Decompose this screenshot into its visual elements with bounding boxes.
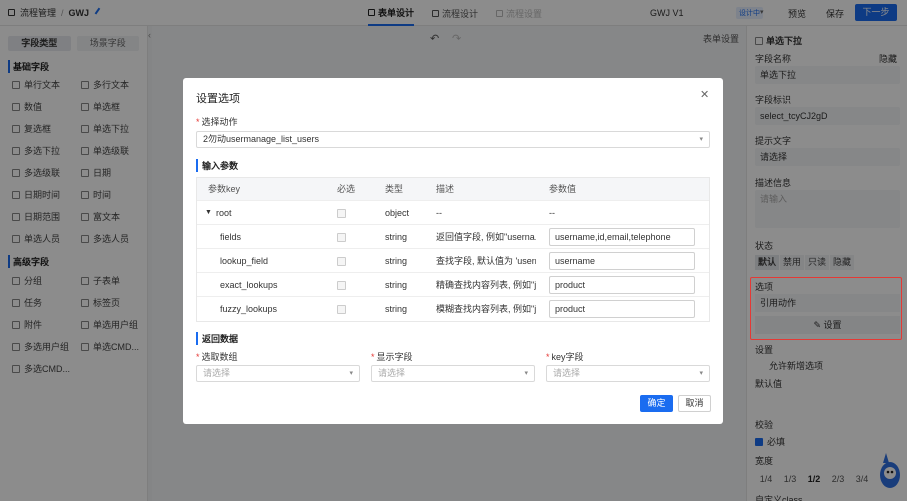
- param-key: root: [216, 208, 232, 218]
- cancel-button[interactable]: 取消: [678, 395, 711, 412]
- col-header: 必选: [337, 184, 356, 194]
- param-desc: 模糊查找内容列表, 例如"j...: [436, 304, 536, 314]
- action-label-text: 选择动作: [201, 117, 238, 127]
- params-table: 参数key 必选 类型 描述 参数值 ▼ root object -- -- f…: [196, 177, 710, 322]
- caret-down-icon[interactable]: ▼: [205, 201, 212, 225]
- param-key: fields: [220, 232, 242, 242]
- param-desc: 精确查找内容列表, 例如"j...: [436, 280, 536, 290]
- col-header: 参数key: [208, 184, 241, 194]
- param-desc: 查找字段, 默认值为 'usern...: [436, 256, 536, 266]
- table-header: 参数key 必选 类型 描述 参数值: [197, 178, 709, 201]
- table-row: fields string 返回值字段, 例如"userna... userna…: [197, 225, 709, 249]
- set-options-dialog: 设置选项 ✕ * 选择动作 2勿动usermanage_list_users ▾ 输…: [183, 78, 723, 424]
- param-value-input[interactable]: username,id,email,telephone: [549, 228, 695, 246]
- required-checkbox[interactable]: [337, 305, 346, 314]
- required-checkbox[interactable]: [337, 257, 346, 266]
- action-select[interactable]: 2勿动usermanage_list_users ▾: [196, 131, 710, 148]
- return-field-label-text: 选取数组: [201, 352, 238, 362]
- chevron-down-icon: ▾: [699, 370, 703, 377]
- param-key: lookup_field: [220, 256, 269, 266]
- select-placeholder: 请选择: [203, 368, 231, 378]
- action-select-value: 2勿动usermanage_list_users: [203, 134, 320, 144]
- return-field-label: * key字段: [546, 352, 584, 362]
- array-select[interactable]: 请选择 ▾: [196, 365, 360, 382]
- return-field-label-text: 显示字段: [376, 352, 413, 362]
- param-value-input[interactable]: product: [549, 276, 695, 294]
- select-placeholder: 请选择: [553, 368, 581, 378]
- param-desc: --: [436, 208, 442, 218]
- return-field-label: * 选取数组: [196, 352, 238, 362]
- table-row: lookup_field string 查找字段, 默认值为 'usern...…: [197, 249, 709, 273]
- param-type: string: [385, 280, 408, 290]
- param-value: --: [549, 208, 555, 218]
- action-label: * 选择动作: [196, 117, 238, 127]
- table-row: exact_lookups string 精确查找内容列表, 例如"j... p…: [197, 273, 709, 297]
- chevron-down-icon: ▾: [349, 370, 353, 377]
- required-checkbox[interactable]: [337, 209, 346, 218]
- confirm-button[interactable]: 确定: [640, 395, 673, 412]
- param-value-input[interactable]: username: [549, 252, 695, 270]
- options-highlight-box: [750, 277, 902, 340]
- table-row: fuzzy_lookups string 模糊查找内容列表, 例如"j... p…: [197, 297, 709, 321]
- param-type: string: [385, 232, 408, 242]
- return-field-label-text: key字段: [551, 352, 584, 362]
- input-params-title: 输入参数: [196, 159, 238, 172]
- return-field-label: * 显示字段: [371, 352, 413, 362]
- param-type: string: [385, 256, 408, 266]
- table-row: ▼ root object -- --: [197, 201, 709, 225]
- dialog-title: 设置选项: [196, 93, 240, 105]
- display-field-select[interactable]: 请选择 ▾: [371, 365, 535, 382]
- required-checkbox[interactable]: [337, 281, 346, 290]
- param-key: exact_lookups: [220, 280, 278, 290]
- param-desc: 返回值字段, 例如"userna...: [436, 232, 536, 242]
- col-header: 参数值: [549, 184, 577, 194]
- required-checkbox[interactable]: [337, 233, 346, 242]
- param-key: fuzzy_lookups: [220, 304, 278, 314]
- param-type: object: [385, 208, 410, 218]
- chevron-down-icon: ▾: [524, 370, 528, 377]
- close-icon[interactable]: ✕: [700, 88, 709, 101]
- col-header: 类型: [385, 184, 404, 194]
- param-value-input[interactable]: product: [549, 300, 695, 318]
- return-data-title: 返回数据: [196, 332, 238, 345]
- select-placeholder: 请选择: [378, 368, 406, 378]
- chevron-down-icon: ▾: [699, 136, 703, 143]
- key-field-select[interactable]: 请选择 ▾: [546, 365, 710, 382]
- param-type: string: [385, 304, 408, 314]
- col-header: 描述: [436, 184, 455, 194]
